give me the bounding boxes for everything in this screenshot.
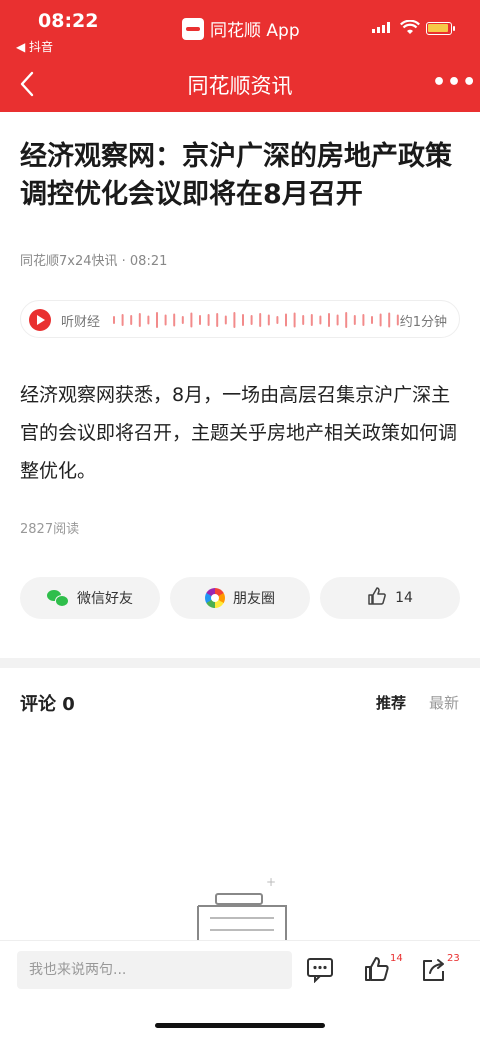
audio-waveform bbox=[113, 312, 399, 328]
wifi-icon bbox=[400, 19, 420, 40]
status-time: 08:22 bbox=[38, 10, 99, 32]
article-meta: 同花顺7x24快讯 · 08:21 bbox=[20, 254, 168, 269]
share-wechat-button[interactable]: 微信好友 bbox=[20, 577, 160, 619]
section-divider bbox=[0, 658, 480, 668]
like-count: 14 bbox=[395, 590, 413, 606]
thumbs-up-bottom-icon[interactable] bbox=[363, 955, 393, 985]
more-options-icon[interactable]: ••• bbox=[432, 70, 477, 95]
nav-bar: 同花顺资讯 ••• bbox=[0, 56, 480, 112]
battery-icon bbox=[426, 22, 455, 35]
comment-icon[interactable] bbox=[306, 955, 336, 985]
share-moments-button[interactable]: 朋友圈 bbox=[170, 577, 310, 619]
comments-title: 评论 0 bbox=[20, 694, 75, 715]
app-name-label: 同花顺 App bbox=[210, 21, 300, 41]
page-title: 同花顺资讯 bbox=[187, 74, 293, 98]
audio-duration: 约1分钟 bbox=[399, 315, 447, 330]
svg-text:+: + bbox=[266, 878, 276, 889]
thumbs-up-icon bbox=[367, 586, 387, 610]
sort-latest-tab[interactable]: 最新 bbox=[429, 692, 459, 713]
signal-icon bbox=[372, 22, 390, 33]
read-count: 2827阅读 bbox=[20, 522, 80, 537]
share-icon[interactable] bbox=[420, 955, 450, 985]
comment-input[interactable] bbox=[17, 951, 292, 989]
article-headline: 经济观察网：京沪广深的房地产政策调控优化会议即将在8月召开 bbox=[20, 141, 452, 210]
back-to-app-link[interactable]: ◀ 抖音 bbox=[16, 38, 53, 55]
wechat-icon bbox=[47, 589, 69, 607]
status-bar: 08:22 ◀ 抖音 同花顺 App bbox=[0, 0, 480, 56]
app-name: 同花顺 App bbox=[182, 16, 300, 41]
sort-recommended-tab[interactable]: 推荐 bbox=[376, 692, 406, 713]
play-icon[interactable] bbox=[29, 309, 51, 331]
share-count-badge: 23 bbox=[447, 953, 460, 964]
like-count-badge: 14 bbox=[390, 953, 403, 964]
share-wechat-label: 微信好友 bbox=[77, 591, 133, 607]
like-button[interactable]: 14 bbox=[320, 577, 460, 619]
audio-player[interactable]: 听财经 约1分钟 bbox=[20, 300, 460, 338]
audio-label: 听财经 bbox=[61, 315, 101, 330]
moments-icon bbox=[205, 588, 225, 608]
article-body: 经济观察网获悉，8月，一场由高层召集京沪广深主官的会议即将召开，主题关乎房地产相… bbox=[20, 384, 458, 482]
empty-comments-illustration: + bbox=[197, 878, 287, 942]
home-indicator bbox=[155, 1023, 325, 1028]
app-logo-icon bbox=[182, 17, 204, 40]
share-moments-label: 朋友圈 bbox=[233, 591, 275, 607]
